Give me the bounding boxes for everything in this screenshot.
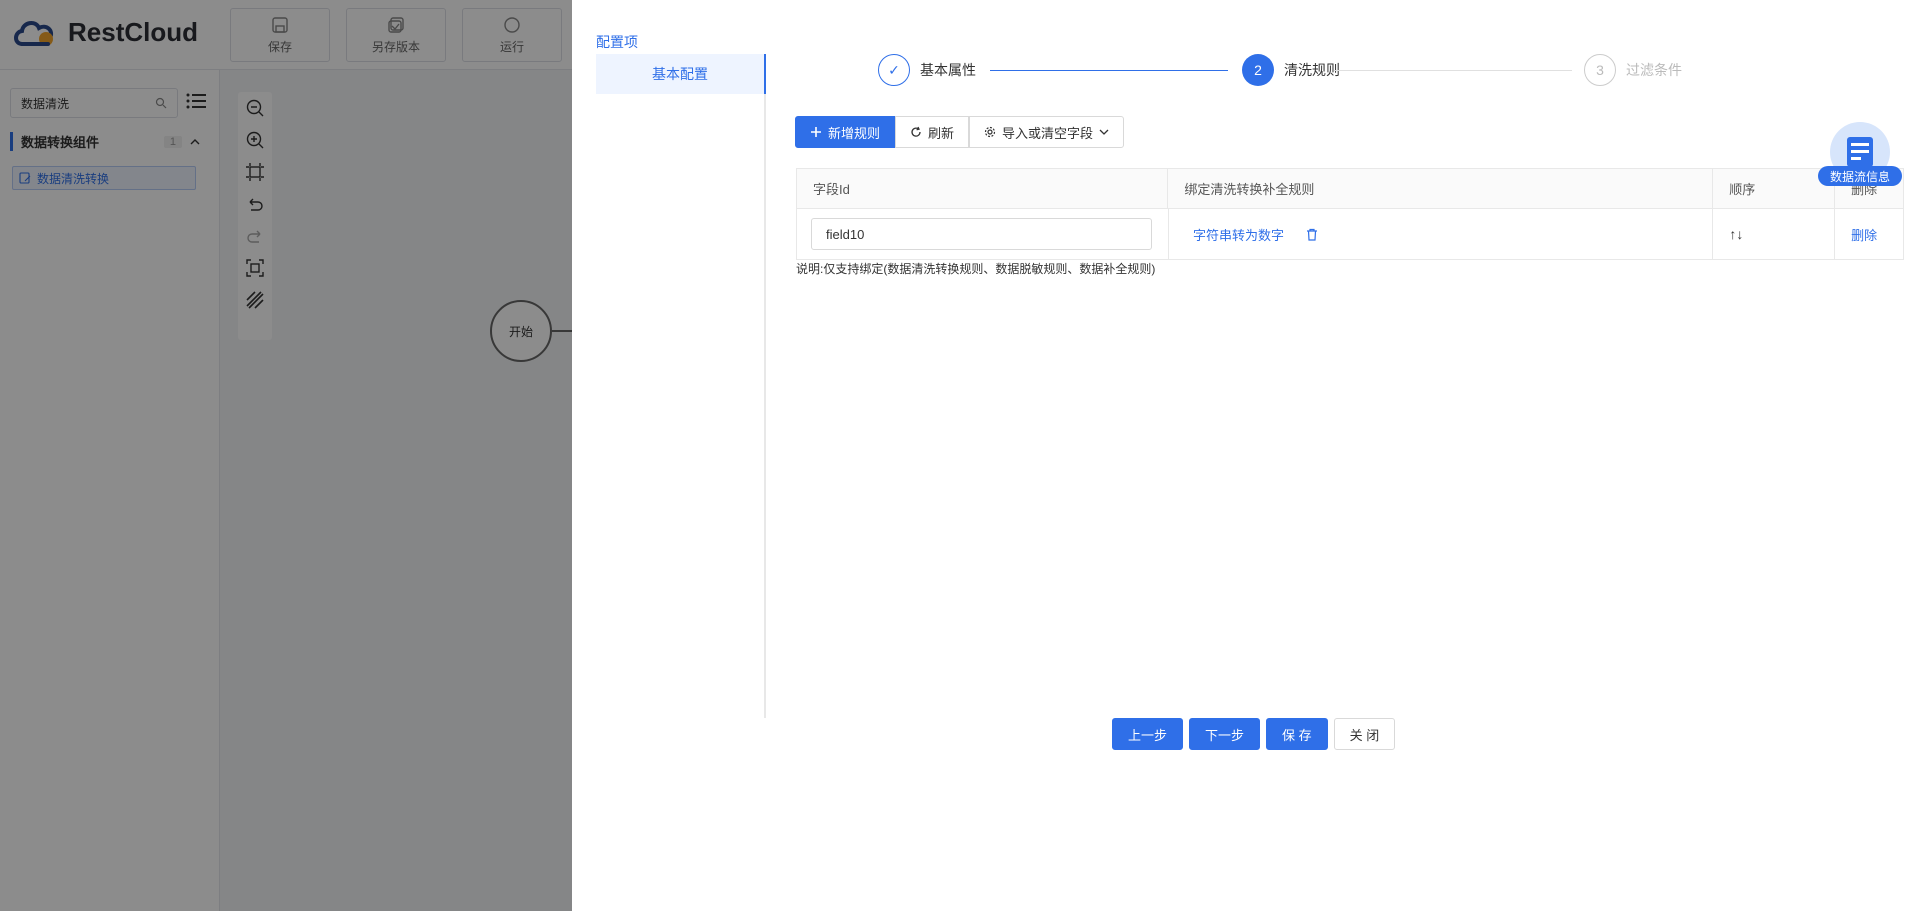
step-connector-done — [990, 70, 1228, 71]
chevron-down-icon — [1099, 129, 1109, 135]
header-field-id: 字段Id — [797, 169, 1169, 208]
close-button[interactable]: 关 闭 — [1333, 718, 1396, 750]
next-step-button[interactable]: 下一步 — [1189, 718, 1261, 750]
rule-link[interactable]: 字符串转为数字 — [1193, 225, 1284, 244]
check-icon: ✓ — [878, 54, 910, 86]
bound-rule-cell: 字符串转为数字 — [1169, 209, 1714, 259]
header-bound-rules: 绑定清洗转换补全规则 — [1168, 169, 1714, 208]
footer-actions: 上一步 下一步 保 存 关 闭 — [1112, 718, 1396, 750]
delete-row-link[interactable]: 删除 — [1851, 225, 1877, 244]
step-label: 清洗规则 — [1284, 62, 1340, 78]
help-note: 说明:仅支持绑定(数据清洗转换规则、数据脱敏规则、数据补全规则) — [796, 262, 1156, 276]
prev-step-button[interactable]: 上一步 — [1112, 718, 1184, 750]
refresh-button[interactable]: 刷新 — [895, 116, 970, 148]
modal-mask[interactable] — [0, 0, 572, 911]
config-title: 配置项 — [596, 34, 638, 50]
order-cell: ↑↓ — [1713, 209, 1836, 259]
field-id-input[interactable] — [811, 218, 1152, 250]
config-drawer: 配置项 基本配置 ✓ 基本属性 2 清洗规则 3 过滤条件 新增规则 刷新 导入… — [572, 0, 1920, 911]
step-filter-conditions[interactable]: 3 过滤条件 — [1584, 54, 1682, 86]
steps-bar: ✓ 基本属性 2 清洗规则 3 过滤条件 — [878, 54, 1858, 88]
rules-table: 字段Id 绑定清洗转换补全规则 顺序 删除 字符串转为数字 ↑↓ 删除 — [796, 168, 1904, 260]
trash-icon[interactable] — [1306, 228, 1318, 241]
gear-icon — [984, 126, 996, 138]
step-basic-properties[interactable]: ✓ 基本属性 — [878, 54, 976, 86]
plus-icon — [811, 127, 821, 137]
table-header: 字段Id 绑定清洗转换补全规则 顺序 删除 — [797, 169, 1903, 209]
config-menu-basic[interactable]: 基本配置 — [596, 54, 764, 94]
step-number: 2 — [1242, 54, 1274, 86]
config-menu-divider — [764, 54, 766, 718]
import-clear-fields-dropdown[interactable]: 导入或清空字段 — [969, 116, 1125, 148]
step-label: 过滤条件 — [1626, 62, 1682, 78]
data-flow-info-widget[interactable]: 数据流信息 — [1818, 122, 1908, 186]
refresh-label: 刷新 — [928, 125, 955, 141]
step-label: 基本属性 — [920, 62, 976, 78]
add-rule-button[interactable]: 新增规则 — [795, 116, 896, 148]
move-up-down-icon[interactable]: ↑↓ — [1729, 226, 1743, 242]
step-connector-wait — [1334, 70, 1572, 71]
data-flow-icon — [1847, 137, 1873, 167]
save-button[interactable]: 保 存 — [1266, 718, 1328, 750]
import-clear-label: 导入或清空字段 — [1002, 125, 1094, 141]
step-number: 3 — [1584, 54, 1616, 86]
rule-button-group: 新增规则 刷新 导入或清空字段 — [795, 116, 1125, 148]
header-order: 顺序 — [1713, 169, 1836, 208]
field-id-cell — [797, 209, 1169, 259]
refresh-icon — [911, 126, 921, 137]
delete-cell: 删除 — [1835, 209, 1903, 259]
step-cleanse-rules[interactable]: 2 清洗规则 — [1242, 54, 1340, 86]
float-info-label: 数据流信息 — [1818, 166, 1902, 186]
config-menu-active-bar — [764, 54, 766, 94]
add-rule-label: 新增规则 — [828, 125, 881, 141]
table-row: 字符串转为数字 ↑↓ 删除 — [797, 209, 1903, 259]
